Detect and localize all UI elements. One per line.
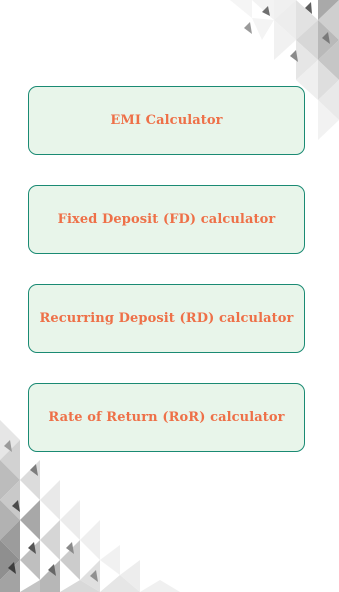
emi-calculator-button[interactable]: EMI Calculator	[28, 86, 305, 155]
recurring-deposit-calculator-label: Recurring Deposit (RD) calculator	[39, 311, 294, 326]
recurring-deposit-calculator-button[interactable]: Recurring Deposit (RD) calculator	[28, 284, 305, 353]
rate-of-return-calculator-label: Rate of Return (RoR) calculator	[48, 410, 285, 425]
rate-of-return-calculator-button[interactable]: Rate of Return (RoR) calculator	[28, 383, 305, 452]
fixed-deposit-calculator-label: Fixed Deposit (FD) calculator	[57, 212, 276, 227]
fixed-deposit-calculator-button[interactable]: Fixed Deposit (FD) calculator	[28, 185, 305, 254]
emi-calculator-label: EMI Calculator	[110, 113, 223, 128]
